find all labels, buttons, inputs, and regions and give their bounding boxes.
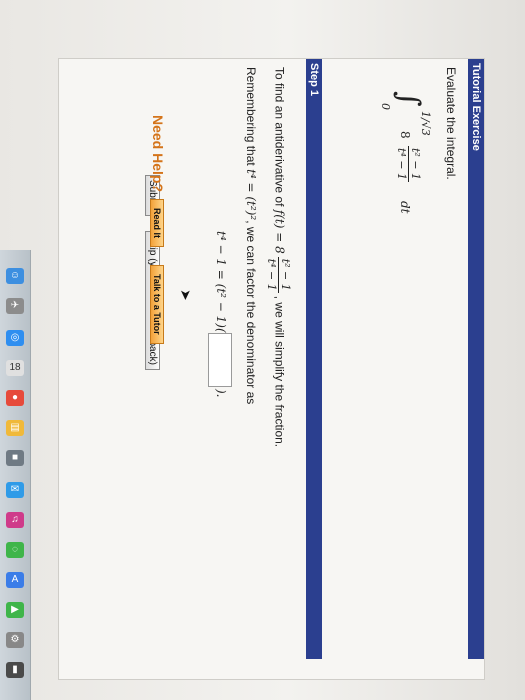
step-line-2-text: Remembering that [244,67,258,166]
step-line-1-end: , we will simplify the fraction. [272,295,287,448]
step-fraction-denominator: t⁴ − 1 [265,258,278,291]
step-fraction: t² − 1 t⁴ − 1 [265,256,292,293]
screen: ☺ ✈ ◎ 18 ● ▤ ■ ✉ ♫ ◌ A ▶ ⚙ ▮ Tutorial Ex… [0,0,525,700]
answer-input[interactable] [208,333,232,387]
factor-expression: t⁴ − 1 = (t² − 1)( [214,231,228,333]
integral-coefficient: 8 [398,131,412,139]
step-line-2-end: , we can factor the denominator as [244,220,258,405]
step-line-2: Remembering that t⁴ = (t²)², we can fact… [244,67,258,404]
integral-lower-limit: 0 [379,103,392,110]
exercise-panel: Tutorial Exercise Evaluate the integral.… [58,58,485,680]
talk-to-tutor-button[interactable]: Talk to a Tutor [150,265,164,344]
factor-close: ). [214,389,228,398]
prompt-text: Evaluate the integral. [444,67,458,180]
cursor-icon: ➤ [178,289,194,301]
step-line-1-text: To find an antiderivative of [272,67,287,207]
step-fraction-numerator: t² − 1 [278,256,292,293]
integrand-fraction: t² − 1 t⁴ − 1 [395,143,422,185]
integral-upper-limit: 1/√3 [419,111,432,136]
step-line-2-math: t⁴ = (t²)² [244,169,258,221]
integral-differential: dt [398,201,412,214]
integral-symbol: ∫ [391,91,426,107]
need-help-label: Need Help? [150,115,166,193]
step-function: f(t) = 8 [272,209,287,254]
read-it-button[interactable]: Read It [150,199,164,248]
step-header: Step 1 [306,59,322,659]
page-canvas: Tutorial Exercise Evaluate the integral.… [0,0,525,700]
integrand-numerator: t² − 1 [408,146,422,183]
page-title: Tutorial Exercise [468,59,484,659]
step-line-1: To find an antiderivative of f(t) = 8 t² … [265,67,292,447]
integrand-denominator: t⁴ − 1 [395,148,408,181]
